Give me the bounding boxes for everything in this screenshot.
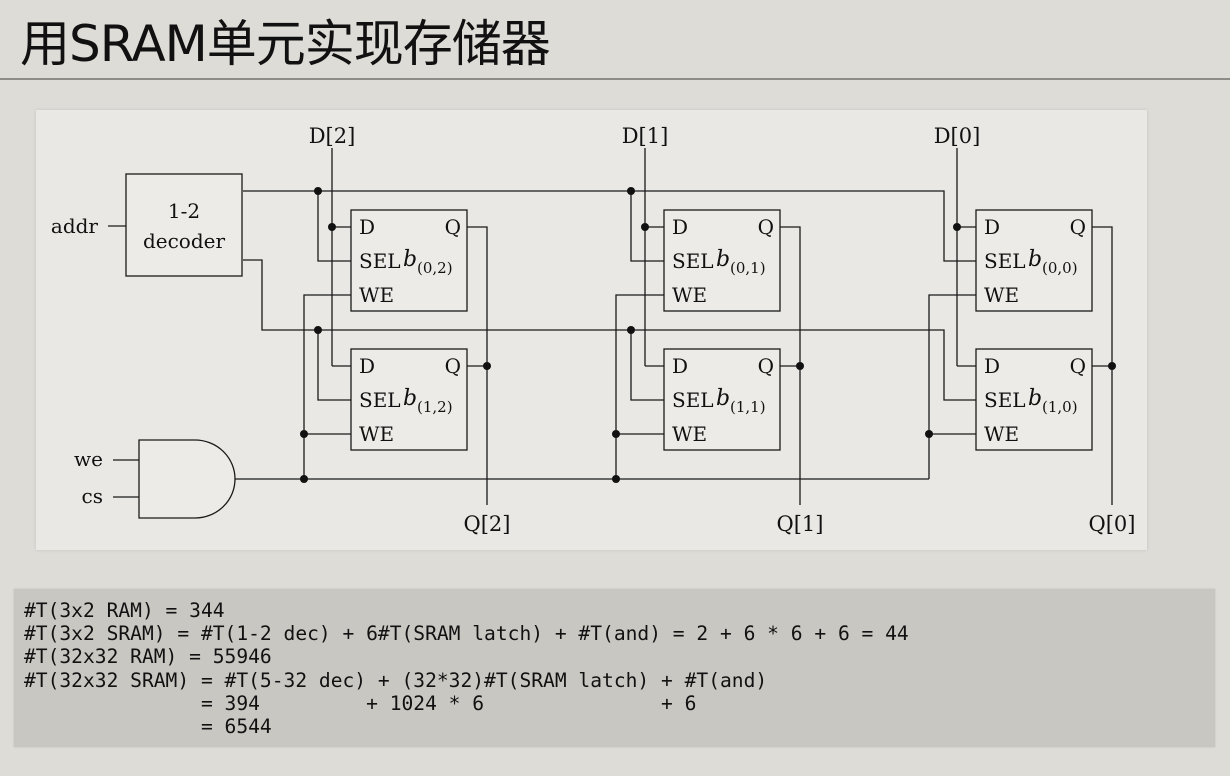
cell-pin-q: Q bbox=[758, 354, 774, 378]
cell-pin-we: WE bbox=[672, 283, 707, 307]
decoder-block bbox=[125, 173, 243, 277]
cell-pin-we: WE bbox=[984, 283, 1019, 307]
formula-line: #T(3x2 SRAM) = #T(1-2 dec) + 6#T(SRAM la… bbox=[24, 622, 909, 646]
junction-dot bbox=[328, 223, 336, 231]
formula-line: #T(3x2 RAM) = 344 bbox=[24, 599, 225, 622]
junction-dot bbox=[925, 430, 933, 438]
cell-pin-sel: SEL bbox=[359, 249, 401, 273]
wire bbox=[928, 294, 976, 479]
cell-subscript: (1,2) bbox=[417, 398, 453, 416]
cell-pin-we: WE bbox=[984, 422, 1019, 446]
page-title: 用SRAM单元实现存储器 bbox=[20, 15, 551, 73]
gates bbox=[125, 173, 1093, 519]
cell-pin-d: D bbox=[672, 354, 688, 378]
junction-dot bbox=[796, 362, 804, 370]
cell-pin-d: D bbox=[984, 354, 1000, 378]
junction-dot bbox=[612, 430, 620, 438]
wire bbox=[615, 294, 664, 479]
cell-pin-sel: SEL bbox=[672, 388, 714, 412]
wire bbox=[630, 330, 664, 401]
cell-pin-we: WE bbox=[672, 422, 707, 446]
cell-pin-q: Q bbox=[1070, 354, 1086, 378]
decoder-label: 1-2 bbox=[168, 199, 200, 223]
cell-symbol: b bbox=[1028, 386, 1042, 411]
and-gate bbox=[138, 439, 236, 519]
cell-pin-d: D bbox=[672, 215, 688, 239]
output-label: Q[2] bbox=[464, 512, 511, 536]
cell-pin-sel: SEL bbox=[672, 249, 714, 273]
cell-subscript: (1,0) bbox=[1042, 398, 1078, 416]
junction-dot bbox=[953, 223, 961, 231]
cell-symbol: b bbox=[403, 247, 417, 272]
cell-subscript: (0,1) bbox=[730, 259, 766, 277]
junction-dot bbox=[641, 223, 649, 231]
output-label: Q[1] bbox=[777, 512, 824, 536]
transistor-count-panel: #T(3x2 RAM) = 344 #T(3x2 SRAM) = #T(1-2 … bbox=[14, 589, 1215, 747]
cell-symbol: b bbox=[1028, 247, 1042, 272]
junction-dot bbox=[483, 362, 491, 370]
junction-dot bbox=[627, 187, 635, 195]
cell-pin-d: D bbox=[359, 215, 375, 239]
junction-dot bbox=[300, 430, 308, 438]
cell-pin-q: Q bbox=[1070, 215, 1086, 239]
wire bbox=[303, 294, 351, 479]
junction-dot bbox=[314, 187, 322, 195]
cell-pin-q: Q bbox=[445, 215, 461, 239]
cell-pin-sel: SEL bbox=[984, 249, 1026, 273]
formula-line: #T(32x32 RAM) = 55946 bbox=[24, 645, 272, 669]
cell-pin-d: D bbox=[984, 215, 1000, 239]
cell-pin-sel: SEL bbox=[984, 388, 1026, 412]
cell-symbol: b bbox=[716, 386, 730, 411]
wire bbox=[317, 330, 351, 401]
data-input-label: D[0] bbox=[934, 124, 981, 148]
cell-pin-q: Q bbox=[445, 354, 461, 378]
cell-subscript: (1,1) bbox=[730, 398, 766, 416]
cell-pin-d: D bbox=[359, 354, 375, 378]
sram-circuit-diagram: 1-2decoderD QSELWEb (0,2)D QSELWEb (0,1)D QSE… bbox=[51, 124, 1136, 536]
title-divider bbox=[0, 78, 1230, 80]
cell-subscript: (0,2) bbox=[417, 259, 453, 277]
cell-subscript: (0,0) bbox=[1042, 259, 1078, 277]
transistor-count-formulas: #T(3x2 RAM) = 344 #T(3x2 SRAM) = #T(1-2 … bbox=[24, 599, 909, 738]
circuit-diagram-panel: 1-2 decoder D Q SEL WE b (0,2) D Q SEL WE b (0,1) D Q SE… bbox=[36, 110, 1147, 550]
junction-dot bbox=[1108, 362, 1116, 370]
wires bbox=[108, 148, 1113, 505]
junction-dot bbox=[314, 326, 322, 334]
formula-line: = 394 + 1024 * 6 + 6 bbox=[24, 691, 697, 715]
cell-symbol: b bbox=[403, 386, 417, 411]
junction-dot bbox=[627, 326, 635, 334]
junction-dot bbox=[300, 475, 308, 483]
data-input-label: D[2] bbox=[309, 124, 356, 148]
cell-pin-q: Q bbox=[758, 215, 774, 239]
cell-symbol: b bbox=[716, 247, 730, 272]
addr-label: addr bbox=[51, 214, 99, 238]
cell-pin-we: WE bbox=[359, 422, 394, 446]
data-input-label: D[1] bbox=[622, 124, 669, 148]
output-label: Q[0] bbox=[1089, 512, 1136, 536]
cs-label: cs bbox=[82, 484, 103, 508]
cell-pin-we: WE bbox=[359, 283, 394, 307]
we-label: we bbox=[74, 447, 103, 471]
junction-dot bbox=[612, 475, 620, 483]
formula-line: #T(32x32 SRAM) = #T(5-32 dec) + (32*32)#… bbox=[24, 668, 768, 692]
cell-pin-sel: SEL bbox=[359, 388, 401, 412]
formula-line: = 6544 bbox=[24, 715, 272, 739]
decoder-label: decoder bbox=[143, 229, 226, 253]
